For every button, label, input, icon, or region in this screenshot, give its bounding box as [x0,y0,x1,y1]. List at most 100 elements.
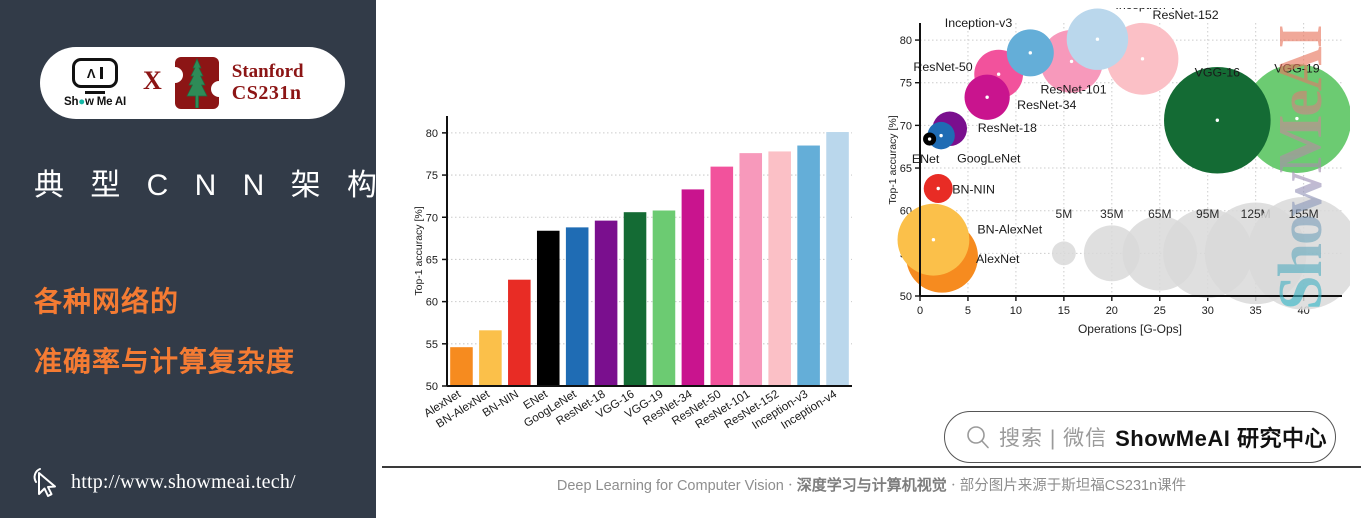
bar-chart-gridlines [447,132,852,345]
subtitle-line-1: 各种网络的 [34,286,180,317]
footer-sep-1: · [787,477,793,494]
scatter-center-dot [939,133,943,138]
x-tick-label: 15 [1058,305,1070,317]
wechat-search-box[interactable]: 搜索 | 微信 ShowMeAI 研究中心 [944,411,1336,463]
scatter-label: BN-AlexNet [977,223,1042,237]
showmeai-logo: Λ Sh●w Me AI [56,58,134,108]
y-tick-label: 55 [426,339,438,351]
stanford-tree-icon [170,55,223,111]
scatter-label: ResNet-152 [1153,8,1219,22]
scatter-label: ResNet-101 [1040,82,1106,96]
scatter-center-dot [1215,118,1220,122]
search-icon [967,426,989,449]
scatter-center-dot [996,72,1001,76]
scatter-label: VGG-16 [1195,65,1241,79]
bar [594,220,618,386]
bar [681,189,705,386]
y-tick-label: 80 [900,35,912,47]
legend-label: 65M [1148,207,1171,221]
y-tick-label: 50 [900,291,912,303]
caret-glyph: Λ [86,65,96,81]
y-tick-label: 70 [426,212,438,224]
scatter-center-dot [1028,51,1032,55]
footer-cn-tail: 部分图片来源于斯坦福CS231n课件 [959,478,1187,494]
scatter-center-dot [936,186,940,191]
bar [508,279,531,386]
showmeai-wordmark: Sh●w Me AI [63,95,127,108]
scatter-label: ResNet-18 [978,121,1037,135]
y-tick-label: 80 [426,128,438,140]
y-tick-label: 70 [900,120,912,132]
scatter-center-dot [1140,57,1145,61]
content-area: 50 55 60 65 70 75 80 AlexNet BN-AlexNet BN-NIN EN… [382,0,1361,518]
stanford-line1: Stanford [231,61,304,83]
bar [710,166,734,386]
scatter-label: ENet [912,152,940,166]
x-tick-label: 0 [917,305,923,317]
x-tick-label: 5 [965,305,971,317]
scatter-label: BN-NIN [952,183,995,197]
scatter-label: GoogLeNet [957,152,1021,166]
site-url-row[interactable]: http://www.showmeai.tech/ [30,466,296,498]
bar [479,330,502,386]
scatter-label: AlexNet [976,252,1020,266]
bar [739,153,763,386]
scatter-y-axis-label: Top-1 accuracy [%] [887,115,899,204]
logo-badge: Λ Sh●w Me AI X Stanford CS231n [40,47,345,119]
x-tick-label: 30 [1202,305,1214,317]
stanford-label: Stanford CS231n [232,61,304,105]
bubble-scatter-chart: 50556065707580 0510152025303540 5M35M65M… [887,8,1350,336]
cross-label: X [143,66,162,95]
legend-label: 35M [1100,207,1123,221]
bar [652,210,676,386]
legend-label: 95M [1196,207,1219,221]
bar-chart-bars [450,132,849,386]
search-placeholder: 搜索 | 微信 [999,427,1108,450]
y-tick-label: 65 [900,163,912,175]
bar [565,227,589,386]
y-tick-label: 75 [426,170,438,182]
scatter-center-dot [1069,59,1074,64]
legend-label: 5M [1056,207,1073,221]
legend-label: 155M [1289,207,1319,221]
footer-cn-bold: 深度学习与计算机视觉 [796,477,947,494]
x-tick-label: 25 [1154,305,1166,317]
y-tick-label: 50 [426,381,438,393]
scatter-x-axis-label: Operations [G-Ops] [1078,322,1182,336]
bar-chart-x-labels: AlexNetBN-AlexNetBN-NIN ENetGoogLeNetResN… [422,387,840,432]
scatter-center-dot [1095,37,1100,41]
bar [826,132,849,386]
y-tick-label: 60 [426,297,438,309]
scatter-label: ResNet-50 [913,60,972,74]
scatter-center-dot [931,237,936,242]
subtitle-line-2: 准确率与计算复杂度 [34,346,296,377]
y-tick-label: 65 [426,254,438,266]
site-url-text: http://www.showmeai.tech/ [71,470,296,493]
x-tick-label: 10 [1010,305,1022,317]
bar-chart-y-ticks: 50 55 60 65 70 75 80 [426,128,447,393]
scatter-center-dot [927,137,932,141]
scatter-label: ResNet-34 [1017,98,1076,112]
scatter-center-dot [1295,116,1299,121]
footer-en: Deep Learning for Computer Vision [556,478,784,494]
scatter-size-legend: 5M 35M 65M 95M 125M 155M [1051,197,1350,310]
stanford-line2: CS231n [231,82,302,105]
cursor-pointer-icon [33,468,56,497]
footer-caption: Deep Learning for Computer Vision · 深度学习… [382,474,1361,495]
bar [623,212,647,386]
bar [797,145,820,386]
scatter-label: VGG-19 [1274,62,1320,76]
search-brand-value: ShowMeAI 研究中心 [1115,426,1327,451]
bar-glyph [99,67,104,80]
y-tick-label: 75 [900,78,912,90]
footer-divider [382,466,1361,468]
scatter-center-dot [985,95,989,99]
page-title: 典 型 C N N 架 构 [34,169,379,202]
x-tick-label: 35 [1250,305,1262,317]
legend-bubble [1051,241,1076,266]
showmeai-screen-icon: Λ [72,58,118,89]
bar [536,230,560,386]
bar-chart-y-axis-label: Top-1 accuracy [%] [413,206,425,295]
logo-stand [85,90,105,94]
brand-sidebar: Λ Sh●w Me AI X Stanford CS231n 典 型 C N N… [0,0,379,518]
